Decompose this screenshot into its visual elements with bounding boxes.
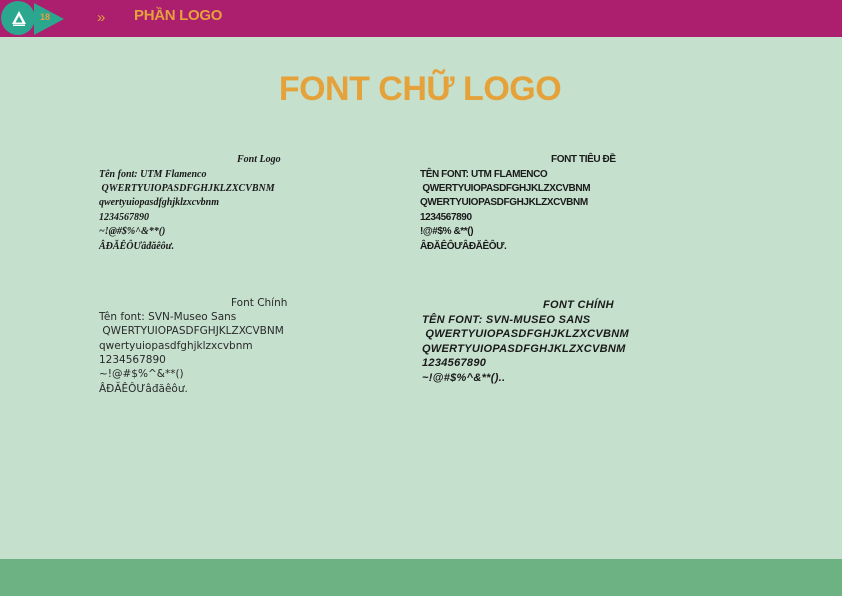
- font-sample-line: ~!@#$%^&**(): [99, 368, 184, 380]
- font-sample-line: 1234567890: [99, 354, 166, 366]
- font-sample-heading: Font Chính: [231, 297, 288, 309]
- font-sample-line: QWERTYUIOPASDFGHJKLZXCVBNM: [420, 183, 591, 194]
- font-sample-line: Tên font: UTM Flamenco: [99, 169, 207, 180]
- page-title: FONT CHỮ LOGO: [278, 70, 562, 108]
- font-sample-line: QWERTYUIOPASDFGHJKLZXCVBNM: [99, 183, 275, 194]
- font-sample-line: QWERTYUIOPASDFGHJKLZXCVBNM: [99, 325, 284, 337]
- font-sample-heading: FONT CHÍNH: [543, 299, 614, 311]
- brand-logo-icon: [1, 1, 35, 35]
- font-sample-line: ~!@#$%^&**(): [99, 226, 166, 237]
- font-sample-line: 1234567890: [99, 212, 149, 223]
- footer-bar: [0, 559, 842, 596]
- font-sample-line: QWERTYUIOPASDFGHJKLZXCVBNM: [420, 197, 588, 208]
- font-sample-line: !@#$% &**(): [420, 226, 474, 237]
- font-sample-line: ÂĐĂÊÔƯâđăêôư.: [99, 241, 175, 252]
- font-sample-line: ÂĐĂÊÔƯâđăêôư.: [99, 383, 188, 395]
- font-sample-line: ~!@#$%^&**()..: [422, 372, 506, 384]
- font-sample-line: QWERTYUIOPASDFGHJKLZXCVBNM: [422, 328, 629, 340]
- font-sample-line: qwertyuiopasdfghjklzxcvbnm: [99, 340, 253, 352]
- font-sample-line: qwertyuiopasdfghjklzxcvbnm: [99, 197, 220, 208]
- font-sample-heading: FONT TIÊU ĐỀ: [551, 154, 616, 165]
- top-bar: 18 » PHẦN LOGO: [0, 0, 842, 37]
- font-sample-line: ÂĐĂÊÔƯÂĐĂÊÔƯ.: [420, 241, 507, 252]
- page-number: 18: [40, 12, 51, 22]
- font-sample-line: Tên font: SVN-Museo Sans: [99, 311, 237, 323]
- font-sample-line: 1234567890: [422, 357, 487, 369]
- font-sample-line: 1234567890: [420, 212, 472, 223]
- breadcrumb-separator: »: [97, 9, 106, 26]
- font-sample-line: TÊN FONT: UTM FLAMENCO: [420, 169, 548, 180]
- section-title: PHẦN LOGO: [134, 7, 223, 24]
- font-sample-line: TÊN FONT: SVN-MUSEO SANS: [422, 314, 591, 326]
- font-sample-line: QWERTYUIOPASDFGHJKLZXCVBNM: [422, 343, 626, 355]
- font-sample-heading: Font Logo: [237, 154, 281, 165]
